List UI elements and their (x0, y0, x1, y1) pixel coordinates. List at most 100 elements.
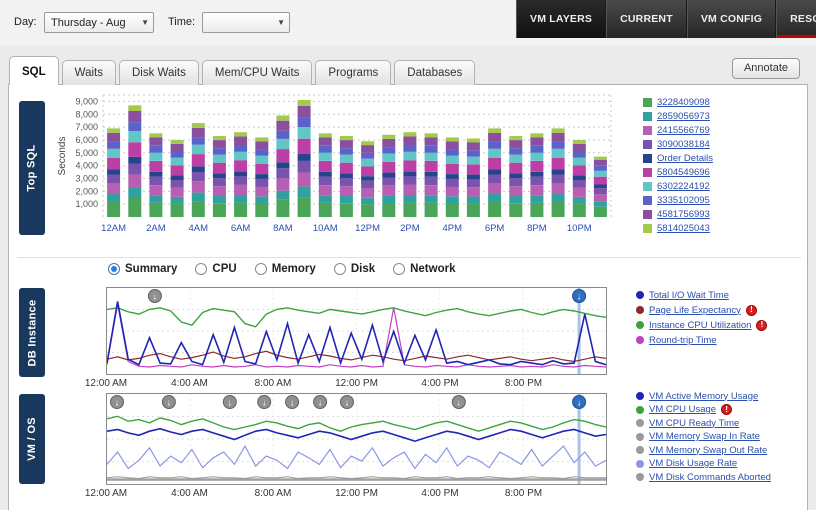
bar-segment[interactable] (276, 168, 289, 178)
bar-segment[interactable] (573, 188, 586, 197)
bar-segment[interactable] (573, 158, 586, 166)
bar-segment[interactable] (128, 198, 141, 217)
bar-segment[interactable] (425, 138, 438, 146)
bar-segment[interactable] (171, 180, 184, 188)
top-nav-current[interactable]: CURRENT (606, 0, 687, 38)
bar-segment[interactable] (446, 196, 459, 203)
legend-link-6302224192[interactable]: 6302224192 (657, 181, 710, 192)
bar-segment[interactable] (403, 195, 416, 203)
x-tick-link[interactable]: 10PM (567, 223, 592, 234)
tab-sql[interactable]: SQL (9, 56, 59, 85)
bar-segment[interactable] (171, 175, 184, 180)
bar-segment[interactable] (403, 176, 416, 185)
bar-segment[interactable] (255, 179, 268, 187)
bar-segment[interactable] (446, 137, 459, 141)
annotation-marker[interactable]: ↓ (148, 290, 161, 303)
bar-segment[interactable] (361, 204, 374, 217)
bar-segment[interactable] (425, 195, 438, 203)
bar-segment[interactable] (425, 177, 438, 185)
bar-segment[interactable] (319, 177, 332, 185)
legend-link-3090038184[interactable]: 3090038184 (657, 139, 710, 150)
bar-segment[interactable] (171, 204, 184, 217)
bar-segment[interactable] (530, 161, 543, 172)
annotation-marker[interactable]: ↓ (111, 396, 124, 409)
x-tick-link[interactable]: 6PM (485, 223, 505, 234)
bar-segment[interactable] (107, 175, 120, 184)
bar-segment[interactable] (509, 178, 522, 186)
x-tick-link[interactable]: 8PM (527, 223, 547, 234)
bar-segment[interactable] (467, 197, 480, 204)
time-select[interactable]: ▼ (202, 12, 290, 33)
bar-segment[interactable] (488, 183, 501, 194)
legend-link-vm-active-memory-usage[interactable]: VM Active Memory Usage (649, 391, 758, 402)
bar-segment[interactable] (467, 157, 480, 165)
bar-segment[interactable] (425, 185, 438, 195)
bar-segment[interactable] (319, 172, 332, 177)
bar-segment[interactable] (192, 137, 205, 144)
legend-link-3335102095[interactable]: 3335102095 (657, 195, 710, 206)
bar-segment[interactable] (382, 203, 395, 217)
legend-link-vm-memory-swap-out-rate[interactable]: VM Memory Swap Out Rate (649, 445, 767, 456)
annotation-marker[interactable]: ↓ (286, 396, 299, 409)
bar-segment[interactable] (552, 128, 565, 133)
bar-segment[interactable] (446, 204, 459, 218)
bar-segment[interactable] (340, 196, 353, 203)
x-tick-link[interactable]: 4AM (189, 223, 209, 234)
bar-segment[interactable] (403, 160, 416, 171)
bar-segment[interactable] (509, 186, 522, 196)
bar-segment[interactable] (255, 141, 268, 149)
bar-segment[interactable] (107, 183, 120, 194)
legend-link-3228409098[interactable]: 3228409098 (657, 97, 710, 108)
bar-segment[interactable] (403, 132, 416, 136)
legend-link-vm-cpu-usage[interactable]: VM CPU Usage (649, 404, 716, 415)
bar-segment[interactable] (509, 140, 522, 148)
bar-segment[interactable] (192, 123, 205, 128)
bar-segment[interactable] (298, 139, 311, 154)
bar-segment[interactable] (319, 133, 332, 137)
bar-segment[interactable] (234, 185, 247, 195)
bar-segment[interactable] (276, 191, 289, 200)
tab-disk-waits[interactable]: Disk Waits (119, 60, 199, 85)
bar-segment[interactable] (361, 141, 374, 145)
bar-segment[interactable] (488, 133, 501, 142)
bar-segment[interactable] (171, 188, 184, 197)
bar-segment[interactable] (192, 181, 205, 192)
bar-segment[interactable] (107, 194, 120, 202)
bar-segment[interactable] (234, 176, 247, 185)
legend-link-vm-disk-commands-aborted[interactable]: VM Disk Commands Aborted (649, 472, 771, 483)
bar-segment[interactable] (446, 179, 459, 187)
bar-segment[interactable] (192, 166, 205, 172)
bar-segment[interactable] (298, 106, 311, 118)
bar-segment[interactable] (573, 140, 586, 144)
bar-segment[interactable] (382, 147, 395, 154)
bar-segment[interactable] (298, 118, 311, 127)
bar-segment[interactable] (594, 207, 607, 217)
bar-segment[interactable] (107, 169, 120, 174)
bar-segment[interactable] (213, 173, 226, 178)
bar-segment[interactable] (192, 154, 205, 166)
bar-segment[interactable] (446, 156, 459, 164)
bar-segment[interactable] (530, 138, 543, 146)
bar-segment[interactable] (171, 158, 184, 166)
bar-segment[interactable] (488, 128, 501, 133)
bar-segment[interactable] (107, 158, 120, 170)
legend-link-total-i-o-wait-time[interactable]: Total I/O Wait Time (649, 290, 729, 301)
bar-segment[interactable] (128, 175, 141, 188)
annotation-marker[interactable]: ↓ (162, 396, 175, 409)
bar-segment[interactable] (128, 131, 141, 142)
bar-segment[interactable] (192, 128, 205, 137)
bar-segment[interactable] (149, 146, 162, 153)
annotation-marker[interactable]: ↓ (573, 290, 586, 303)
bar-segment[interactable] (255, 174, 268, 179)
bar-segment[interactable] (467, 204, 480, 217)
bar-segment[interactable] (298, 187, 311, 198)
bar-segment[interactable] (488, 175, 501, 184)
bar-segment[interactable] (425, 161, 438, 172)
bar-segment[interactable] (213, 163, 226, 174)
x-tick-link[interactable]: 8AM (273, 223, 293, 234)
bar-segment[interactable] (128, 157, 141, 164)
bar-segment[interactable] (149, 138, 162, 146)
bar-segment[interactable] (425, 146, 438, 153)
bar-segment[interactable] (213, 148, 226, 154)
bar-segment[interactable] (467, 187, 480, 196)
